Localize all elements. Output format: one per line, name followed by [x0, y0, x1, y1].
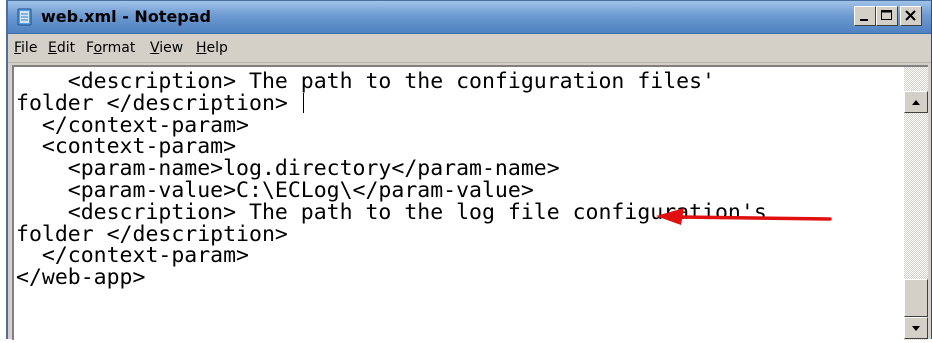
vertical-scrollbar[interactable]	[904, 67, 928, 340]
menu-view[interactable]: View	[150, 34, 183, 62]
menu-format[interactable]: Format	[86, 34, 135, 62]
text-line: <description> The path to the configurat…	[16, 71, 715, 94]
arrow-down-icon	[912, 326, 920, 331]
menu-file[interactable]: File	[14, 34, 37, 62]
scroll-thumb[interactable]	[904, 279, 928, 317]
minimize-button[interactable]	[854, 6, 876, 26]
title-bar[interactable]: web.xml - Notepad	[8, 1, 931, 34]
text-line: </context-param>	[16, 112, 249, 138]
scroll-down-button[interactable]	[904, 317, 928, 339]
text-line: <param-name>log.directory</param-name>	[16, 156, 560, 182]
close-icon	[905, 10, 916, 21]
text-line: </context-param>	[16, 243, 249, 269]
window-title: web.xml - Notepad	[41, 7, 212, 26]
text-line: <context-param>	[16, 134, 237, 160]
notepad-window: web.xml - Notepad File Edit Format View …	[6, 0, 932, 340]
close-button[interactable]	[900, 6, 922, 26]
menu-edit[interactable]: Edit	[48, 34, 75, 62]
arrow-up-icon	[912, 100, 920, 105]
text-line: folder </description>	[16, 92, 898, 115]
maximize-button[interactable]	[876, 6, 898, 26]
text-editor[interactable]: <description> The path to the configurat…	[12, 65, 928, 340]
menu-bar: File Edit Format View Help	[8, 34, 931, 63]
text-line: <param-value>C:\ECLog\</param-value>	[16, 177, 534, 203]
red-arrow-icon	[656, 208, 832, 225]
maximize-icon	[881, 10, 892, 20]
scroll-up-button[interactable]	[904, 91, 928, 113]
text-line: </web-app>	[16, 265, 146, 291]
menu-help[interactable]: Help	[196, 34, 228, 62]
text-caret	[302, 92, 305, 113]
notepad-icon	[17, 8, 32, 26]
minimize-icon	[860, 19, 868, 21]
